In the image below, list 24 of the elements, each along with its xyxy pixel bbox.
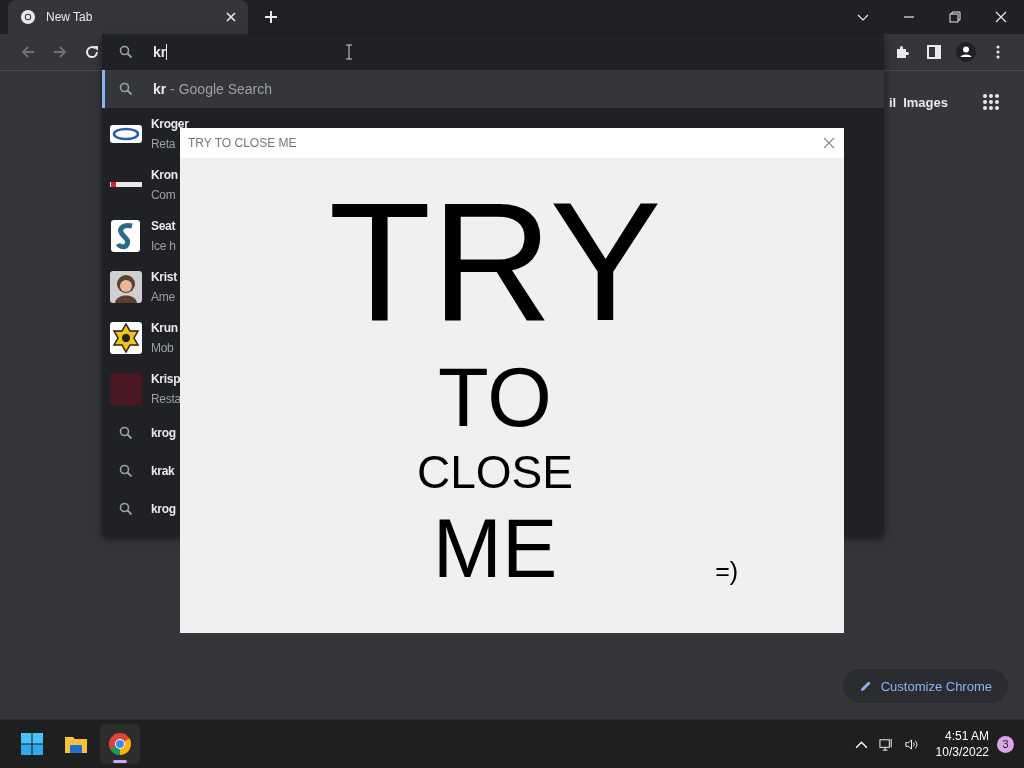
dialog-title: TRY TO CLOSE ME <box>188 136 297 150</box>
suggestion-subtitle: Com <box>151 186 177 204</box>
suggestion-text: krog <box>151 502 176 516</box>
suggestion-text: krog <box>151 426 176 440</box>
suggestion-text: kr - Google Search <box>153 81 273 97</box>
suggestion-subtitle: Mob <box>151 339 175 357</box>
suggestion-title: Kron <box>151 166 178 184</box>
big-text: TO <box>438 356 552 439</box>
tab-title: New Tab <box>46 10 94 24</box>
suggestion-title: Krist <box>151 268 177 286</box>
suggestion-title: Krun <box>151 319 178 337</box>
suggestion-subtitle: Ice h <box>151 237 176 255</box>
suggestion-title: Krisp <box>151 370 181 388</box>
smiley-text: =) <box>715 557 739 586</box>
suggestion-title: Seat <box>151 217 176 235</box>
big-text: CLOSE <box>417 449 573 495</box>
omnibox-value: kr <box>153 44 167 60</box>
suggestion-text: krak <box>151 464 175 478</box>
big-text: TRY <box>328 178 662 346</box>
big-text: ME <box>432 507 558 590</box>
suggestion-subtitle: Resta <box>151 390 181 408</box>
suggestion-subtitle: Reta <box>151 135 177 153</box>
suggestion-title: Kroger <box>151 115 189 133</box>
suggestion-subtitle: Ame <box>151 288 176 306</box>
